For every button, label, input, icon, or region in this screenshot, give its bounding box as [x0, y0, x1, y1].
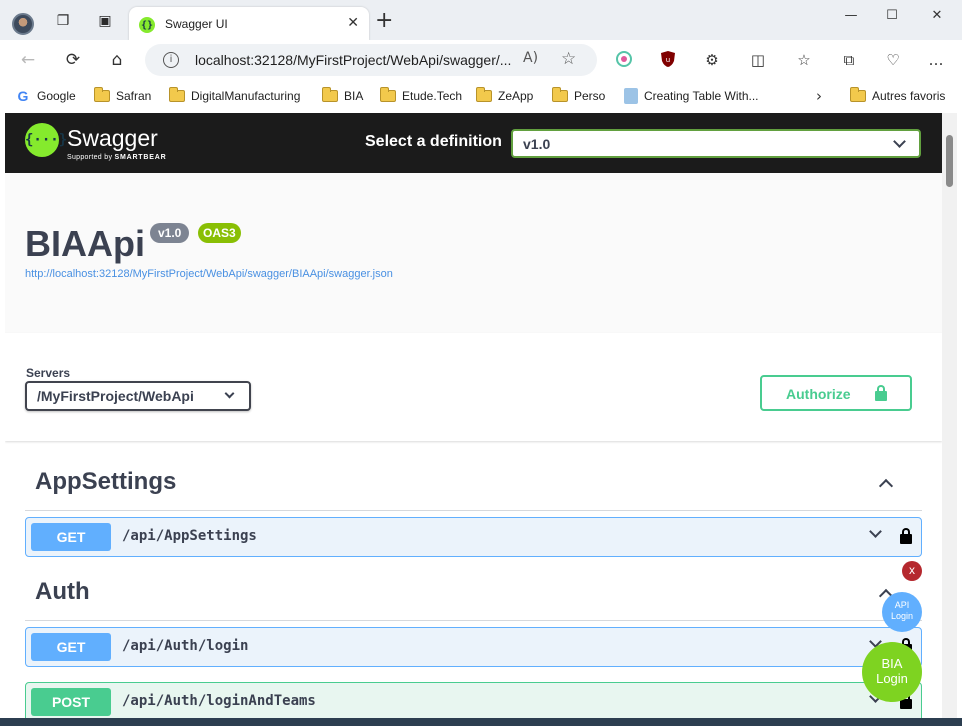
add-favorite-star-icon[interactable]: ☆	[561, 49, 576, 69]
favorite-folder-perso[interactable]: Perso	[552, 87, 605, 105]
operation-get-auth-login[interactable]: GET /api/Auth/login	[25, 627, 922, 667]
folder-icon	[552, 87, 568, 102]
refresh-button[interactable]: ⟳	[61, 49, 85, 71]
favorite-creating-table[interactable]: Creating Table With...	[624, 87, 759, 105]
api-title: BIAApi	[25, 223, 145, 264]
swagger-favicon-icon: {}	[139, 17, 155, 33]
tab-actions-icon[interactable]: ▣	[94, 10, 116, 32]
chevron-down-icon[interactable]	[869, 525, 882, 538]
home-button[interactable]: ⌂	[105, 49, 129, 71]
swagger-logo-icon[interactable]: {···}	[25, 123, 67, 157]
swagger-logo-subtitle: Supported by SMARTBEAR	[67, 154, 167, 161]
page-scrollbar[interactable]	[942, 113, 957, 718]
tag-section-auth: Auth GET /api/Auth/login POST /api/Auth/…	[25, 578, 922, 718]
extensions-puzzle-icon[interactable]: ⚙	[702, 50, 722, 70]
operation-get-appsettings[interactable]: GET /api/AppSettings	[25, 517, 922, 557]
oas-badge: OAS3	[198, 223, 241, 243]
method-badge: POST	[31, 688, 111, 716]
authorize-button[interactable]: Authorize	[760, 375, 912, 411]
site-info-icon[interactable]: i	[163, 52, 179, 68]
favorite-google[interactable]: G Google	[15, 87, 76, 105]
close-window-button[interactable]: ✕	[922, 8, 952, 28]
authorize-label: Authorize	[786, 386, 851, 402]
page-icon	[624, 88, 638, 104]
favorites-overflow-chevron-icon[interactable]: ›	[816, 87, 822, 105]
swagger-page: {···} Swagger Supported by SMARTBEAR Sel…	[5, 113, 942, 718]
swagger-logo-text[interactable]: Swagger	[67, 125, 158, 152]
ublock-icon[interactable]: u	[658, 50, 678, 70]
back-button[interactable]: ←	[16, 49, 40, 71]
favorite-folder-autres-favoris[interactable]: Autres favoris	[850, 87, 945, 105]
tag-divider	[25, 620, 922, 621]
spec-url-link[interactable]: http://localhost:32128/MyFirstProject/We…	[25, 268, 393, 280]
tag-section-appsettings: AppSettings GET /api/AppSettings	[25, 468, 922, 568]
maximize-button[interactable]: ☐	[877, 8, 907, 28]
folder-icon	[169, 87, 185, 102]
unlocked-lock-icon	[875, 385, 887, 401]
settings-more-icon[interactable]: …	[926, 50, 946, 70]
favorite-folder-bia[interactable]: BIA	[322, 87, 363, 105]
servers-label: Servers	[26, 366, 71, 380]
definition-label: Select a definition	[365, 133, 502, 150]
tab-close-icon[interactable]: ✕	[347, 15, 359, 31]
scrollbar-thumb[interactable]	[946, 135, 953, 187]
favorite-folder-digitalmanufacturing[interactable]: DigitalManufacturing	[169, 87, 300, 105]
tab-title: Swagger UI	[165, 17, 228, 31]
folder-icon	[850, 87, 866, 102]
favorite-folder-zeapp[interactable]: ZeApp	[476, 87, 533, 105]
browser-tab-strip: ❐ ▣ {} Swagger UI ✕ + — ☐ ✕	[0, 0, 962, 41]
folder-icon	[322, 87, 338, 102]
servers-select-value: /MyFirstProject/WebApi	[37, 388, 194, 404]
folder-icon	[476, 87, 492, 102]
browser-toolbar: ← ⟳ ⌂ i localhost:32128/MyFirstProject/W…	[0, 40, 962, 80]
api-info: BIAApi v1.0 OAS3 http://localhost:32128/…	[5, 173, 942, 333]
operation-post-auth-loginandteams[interactable]: POST /api/Auth/loginAndTeams	[25, 682, 922, 718]
definition-select-value: v1.0	[523, 136, 551, 152]
swagger-topbar: {···} Swagger Supported by SMARTBEAR Sel…	[5, 113, 942, 173]
minimize-button[interactable]: —	[836, 8, 866, 28]
tag-divider	[25, 510, 922, 511]
folder-icon	[94, 87, 110, 102]
favorite-folder-safran[interactable]: Safran	[94, 87, 151, 105]
method-badge: GET	[31, 633, 111, 661]
extension-target-icon[interactable]	[614, 50, 634, 70]
operation-path: /api/AppSettings	[122, 528, 257, 544]
chevron-down-icon	[224, 388, 235, 399]
servers-section: Servers /MyFirstProject/WebApi Authorize	[5, 333, 942, 441]
folder-icon	[380, 87, 396, 102]
split-screen-icon[interactable]: ◫	[748, 50, 768, 70]
profile-avatar[interactable]	[12, 13, 34, 35]
favorite-folder-etude-tech[interactable]: Etude.Tech	[380, 87, 462, 105]
definition-select[interactable]: v1.0	[511, 129, 921, 158]
servers-select[interactable]: /MyFirstProject/WebApi	[25, 381, 251, 411]
version-badge: v1.0	[150, 223, 190, 243]
taskbar-edge	[0, 718, 962, 726]
operation-path: /api/Auth/login	[122, 638, 249, 654]
browser-tab-active[interactable]: {} Swagger UI ✕	[129, 7, 369, 41]
chevron-down-icon	[893, 135, 906, 148]
google-icon: G	[17, 88, 29, 104]
workspaces-icon[interactable]: ❐	[52, 10, 74, 32]
favorites-icon[interactable]: ☆	[794, 50, 814, 70]
performance-heart-icon[interactable]: ♡	[883, 50, 903, 70]
method-badge: GET	[31, 523, 111, 551]
favorites-bar: G Google Safran DigitalManufacturing BIA …	[0, 80, 962, 112]
lock-icon[interactable]	[900, 528, 912, 544]
svg-text:u: u	[666, 56, 670, 64]
bia-login-button[interactable]: BIA Login	[862, 642, 922, 702]
api-login-button[interactable]: API Login	[882, 592, 922, 632]
operation-path: /api/Auth/loginAndTeams	[122, 693, 316, 709]
tag-title-auth[interactable]: Auth	[35, 578, 90, 606]
address-bar[interactable]: i localhost:32128/MyFirstProject/WebApi/…	[145, 44, 597, 76]
url-text[interactable]: localhost:32128/MyFirstProject/WebApi/sw…	[195, 52, 511, 68]
chevron-up-icon[interactable]	[878, 478, 894, 494]
collections-icon[interactable]: ⧉	[839, 50, 859, 70]
close-login-widget-button[interactable]: x	[902, 561, 922, 581]
read-aloud-icon[interactable]: A)	[523, 50, 538, 66]
new-tab-button[interactable]: +	[375, 10, 393, 32]
tag-title-appsettings[interactable]: AppSettings	[35, 468, 176, 496]
